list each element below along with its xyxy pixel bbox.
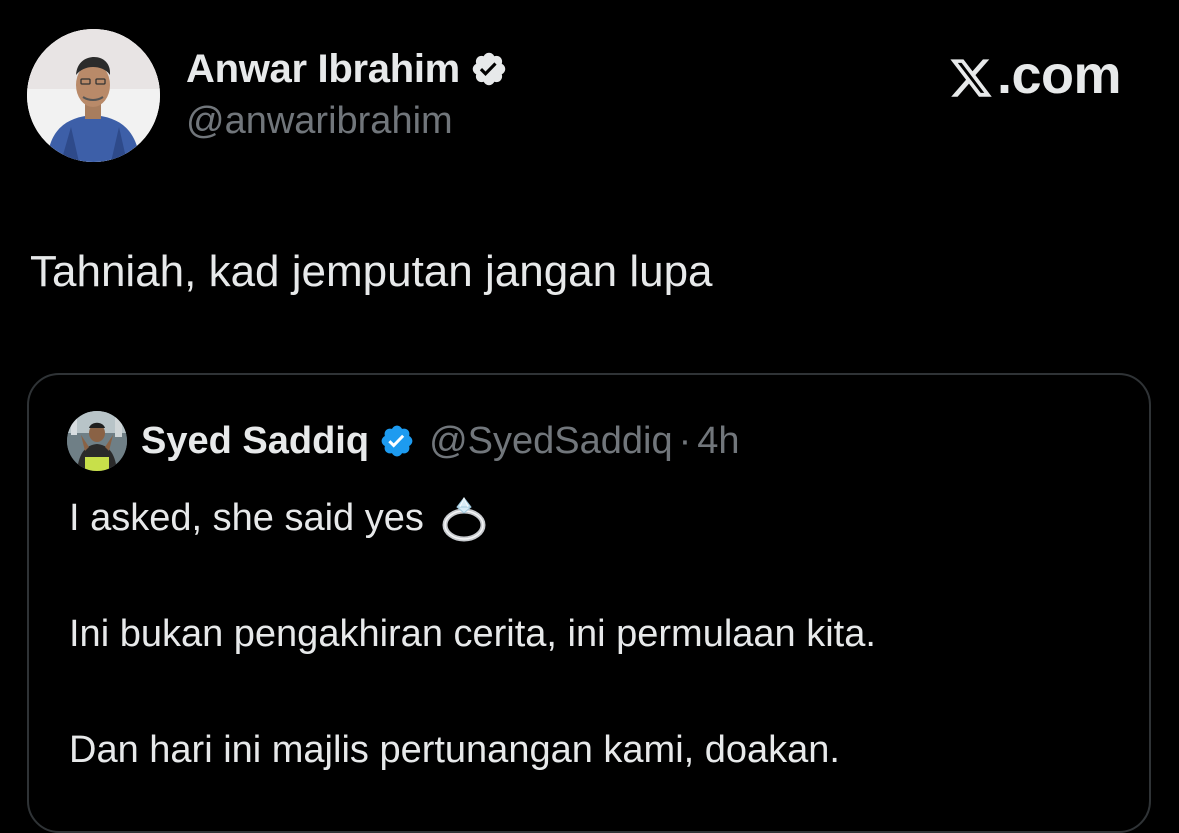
quoted-timestamp[interactable]: 4h [697, 420, 739, 463]
author-block: Anwar Ibrahim @anwaribrahim [186, 44, 508, 146]
quoted-text-line: I asked, she said yes [69, 497, 424, 539]
quoted-author-name[interactable]: Syed Saddiq [141, 420, 369, 463]
quoted-line-2: Ini bukan pengakhiran cerita, ini permul… [69, 609, 876, 659]
tweet-text: Tahniah, kad jemputan jangan lupa [30, 247, 713, 296]
quoted-tweet-header: Syed Saddiq @SyedSaddiq · 4h [67, 411, 740, 471]
quoted-verified-badge-icon[interactable] [379, 423, 415, 459]
author-avatar[interactable] [27, 29, 160, 162]
quoted-author-handle[interactable]: @SyedSaddiq [429, 420, 673, 463]
quoted-text-line: Dan hari ini majlis pertunangan kami, do… [69, 729, 840, 771]
quoted-tweet-card[interactable]: Syed Saddiq @SyedSaddiq · 4h I asked, sh… [27, 373, 1151, 833]
quoted-avatar-image [67, 411, 127, 471]
author-name[interactable]: Anwar Ibrahim [186, 44, 460, 94]
ring-icon [438, 492, 490, 544]
quoted-text-line: Ini bukan pengakhiran cerita, ini permul… [69, 613, 876, 655]
quoted-tweet-body: I asked, she said yes Ini bukan pengakhi… [69, 493, 876, 775]
quoted-line-3: Dan hari ini majlis pertunangan kami, do… [69, 725, 876, 775]
quoted-author-avatar[interactable] [67, 411, 127, 471]
quoted-line-1: I asked, she said yes [69, 493, 876, 543]
x-logo-icon [948, 52, 994, 98]
brand-suffix: .com [996, 45, 1122, 105]
author-avatar-image [27, 29, 160, 162]
site-brand: .com [948, 44, 1122, 106]
meta-separator: · [678, 419, 692, 462]
quoted-spacer [69, 543, 876, 609]
verified-badge-icon[interactable] [470, 50, 508, 88]
quoted-spacer [69, 659, 876, 725]
author-handle[interactable]: @anwaribrahim [186, 96, 508, 146]
author-name-row: Anwar Ibrahim [186, 44, 508, 94]
